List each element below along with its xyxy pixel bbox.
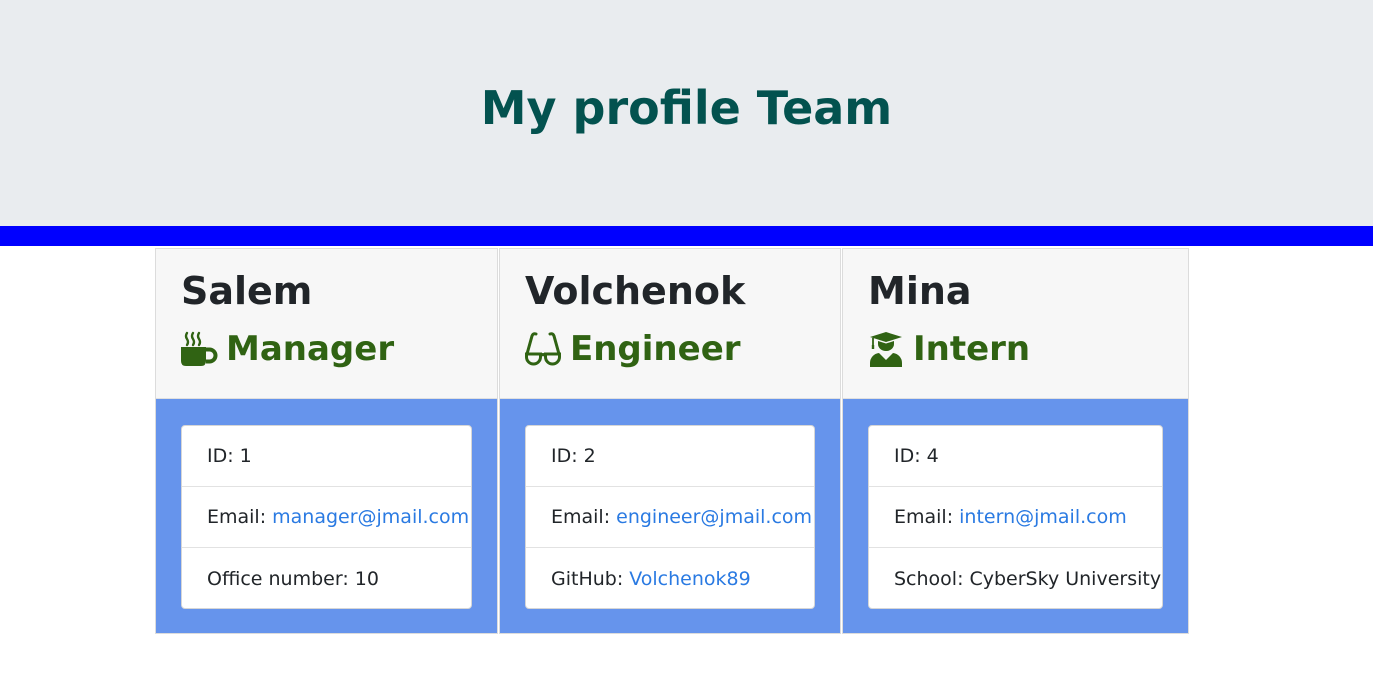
role-label: Engineer — [570, 329, 741, 369]
email-label: Email: — [551, 506, 611, 528]
coffee-mug-icon — [181, 331, 218, 366]
page-header: My profile Team — [0, 0, 1373, 226]
card-header: Volchenok Engineer — [500, 249, 840, 399]
info-item-email: Email: intern@jmail.com — [869, 487, 1162, 548]
email-link[interactable]: intern@jmail.com — [959, 506, 1127, 528]
graduate-icon — [869, 332, 903, 367]
github-link[interactable]: Volchenok89 — [629, 568, 750, 590]
github-label: GitHub: — [551, 567, 624, 590]
id-label: ID: — [894, 445, 921, 467]
id-label: ID: — [207, 445, 234, 467]
page-title: My profile Team — [480, 81, 893, 135]
office-number-value: 10 — [354, 567, 379, 590]
school-label: School: — [894, 567, 964, 590]
info-item-email: Email: manager@jmail.com — [182, 487, 471, 548]
info-item-id: ID: 1 — [182, 426, 471, 487]
employee-card-engineer: Volchenok Engineer ID: 2 Email: engineer… — [499, 248, 841, 634]
info-list: ID: 4 Email: intern@jmail.com School: Cy… — [868, 425, 1163, 609]
employee-role: Engineer — [524, 327, 741, 371]
glasses-icon — [525, 332, 561, 366]
info-item-id: ID: 4 — [869, 426, 1162, 487]
card-header: Mina Intern — [843, 249, 1188, 399]
info-item-school: School: CyberSky University — [869, 548, 1162, 609]
id-label: ID: — [551, 445, 578, 467]
office-number-label: Office number: — [207, 567, 349, 590]
info-item-github: GitHub: Volchenok89 — [526, 548, 814, 609]
employee-role: Manager — [180, 327, 394, 371]
info-item-id: ID: 2 — [526, 426, 814, 487]
email-link[interactable]: manager@jmail.com — [272, 506, 469, 528]
id-value: 4 — [926, 445, 939, 467]
info-list: ID: 1 Email: manager@jmail.com Office nu… — [181, 425, 472, 609]
email-label: Email: — [207, 506, 267, 528]
employee-name: Volchenok — [525, 269, 746, 313]
header-divider — [0, 226, 1373, 246]
info-list: ID: 2 Email: engineer@jmail.com GitHub: … — [525, 425, 815, 609]
info-item-email: Email: engineer@jmail.com — [526, 487, 814, 548]
email-link[interactable]: engineer@jmail.com — [616, 506, 812, 528]
id-value: 1 — [239, 445, 252, 467]
email-label: Email: — [894, 506, 954, 528]
employee-card-intern: Mina Intern ID: 4 Email: intern@jmail.co… — [842, 248, 1189, 634]
role-label: Manager — [226, 329, 395, 369]
employee-role: Intern — [867, 327, 1030, 371]
info-item-office-number: Office number: 10 — [182, 548, 471, 609]
employee-name: Mina — [868, 269, 972, 313]
card-header: Salem Manager — [156, 249, 497, 399]
employee-card-manager: Salem Manager ID: 1 Email: manager@jmail… — [155, 248, 498, 634]
role-label: Intern — [913, 329, 1031, 369]
employee-name: Salem — [181, 269, 313, 313]
id-value: 2 — [583, 445, 596, 467]
school-value: CyberSky University — [969, 567, 1162, 590]
